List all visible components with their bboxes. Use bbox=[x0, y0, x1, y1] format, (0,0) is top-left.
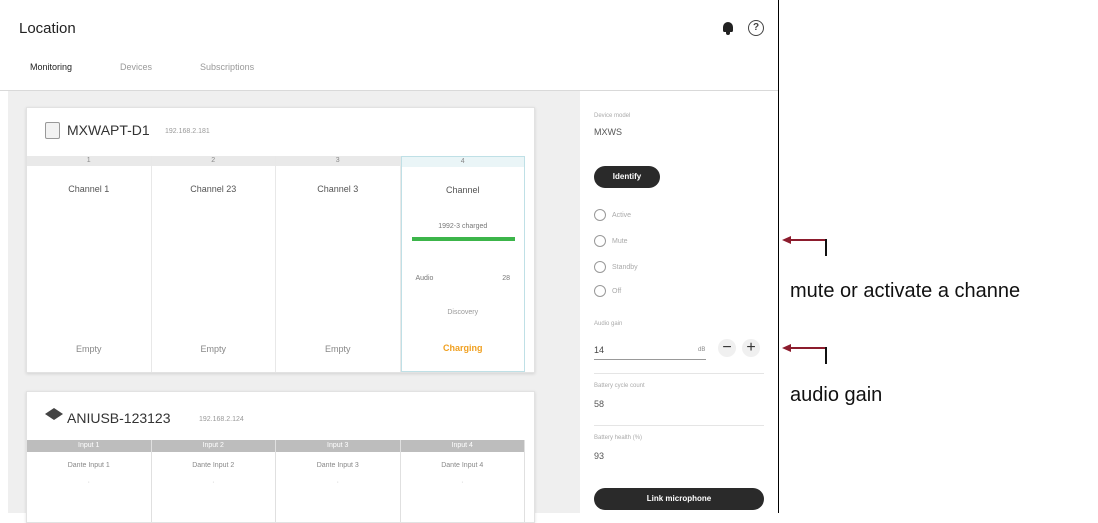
header-icons: ? bbox=[722, 20, 764, 36]
app-window: Location ? Monitoring Devices Subscripti… bbox=[0, 0, 778, 523]
input-sub: · bbox=[336, 479, 339, 486]
bell-icon[interactable] bbox=[722, 21, 734, 35]
arrow-shaft bbox=[790, 239, 826, 241]
slot-number: 4 bbox=[401, 157, 524, 167]
channel-name: Channel 23 bbox=[190, 184, 237, 194]
identify-button[interactable]: Identify bbox=[594, 166, 660, 188]
device-ip: 192.168.2.124 bbox=[199, 416, 244, 423]
radio-circle bbox=[594, 285, 606, 297]
input-slot-4[interactable]: Input 4 Dante Input 4 · bbox=[400, 440, 525, 522]
gain-increase-button[interactable]: + bbox=[742, 339, 760, 357]
channel-slot-3[interactable]: 3 Channel 3 Empty bbox=[276, 156, 401, 372]
gain-unit: dB bbox=[698, 347, 706, 353]
help-icon[interactable]: ? bbox=[748, 20, 764, 36]
divider-line bbox=[778, 0, 779, 513]
audio-label: Audio bbox=[415, 275, 434, 282]
tab-bar: Monitoring Devices Subscriptions bbox=[19, 62, 254, 99]
device-name: ANIUSB-123123 bbox=[67, 410, 171, 426]
gain-label: Audio gain bbox=[594, 321, 623, 327]
battery-cycle-value: 58 bbox=[594, 399, 605, 409]
audio-row: Audio 28 bbox=[416, 275, 511, 282]
slot-status: Empty bbox=[324, 344, 351, 354]
radio-active[interactable]: Active bbox=[594, 209, 631, 221]
slot-number: 1 bbox=[27, 156, 151, 166]
link-microphone-button[interactable]: Link microphone bbox=[594, 488, 764, 510]
tab-devices[interactable]: Devices bbox=[120, 62, 152, 80]
channel-slot-1[interactable]: 1 Channel 1 Empty bbox=[27, 156, 152, 372]
channel-slot-4-selected[interactable]: 4 Channel 1992-3 charged Audio 28 Discov… bbox=[400, 156, 525, 372]
channel-grid: 1 Channel 1 Empty 2 Channel 23 Empty 3 C… bbox=[27, 156, 525, 372]
battery-bar bbox=[411, 237, 515, 241]
access-point-icon bbox=[45, 122, 60, 139]
slot-number: 3 bbox=[276, 156, 400, 166]
input-slot-2[interactable]: Input 2 Dante Input 2 · bbox=[151, 440, 276, 522]
discovery-label: Discovery bbox=[447, 309, 479, 316]
channel-name: Channel 3 bbox=[317, 184, 359, 194]
device-card-aniusb[interactable]: ANIUSB-123123 192.168.2.124 Input 1 Dant… bbox=[26, 391, 535, 523]
monitoring-content: MXWAPT-D1 192.168.2.181 1 Channel 1 Empt… bbox=[8, 91, 580, 523]
arrow-connector bbox=[825, 347, 827, 364]
input-head: Input 2 bbox=[151, 440, 275, 452]
radio-circle bbox=[594, 235, 606, 247]
slot-status: Empty bbox=[200, 344, 226, 354]
radio-label: Off bbox=[612, 287, 622, 295]
radio-circle bbox=[594, 209, 606, 221]
input-name: Dante Input 4 bbox=[441, 462, 484, 469]
detail-panel: Device model MXWS Identify Active Mute S… bbox=[580, 91, 778, 513]
radio-circle bbox=[594, 261, 606, 273]
input-sub: · bbox=[461, 479, 464, 486]
arrow-shaft bbox=[790, 347, 826, 349]
input-head: Input 4 bbox=[400, 440, 524, 452]
device-ip: 192.168.2.181 bbox=[165, 128, 210, 135]
input-name: Dante Input 1 bbox=[67, 462, 110, 469]
audio-value: 28 bbox=[502, 275, 510, 282]
battery-health-value: 93 bbox=[594, 451, 605, 461]
model-value: MXWS bbox=[594, 127, 622, 137]
annotation-mute: mute or activate a channe bbox=[790, 280, 1021, 302]
gain-input[interactable]: 14 bbox=[594, 341, 706, 360]
radio-label: Mute bbox=[612, 237, 628, 245]
divider bbox=[594, 425, 764, 426]
slot-status: Empty bbox=[75, 344, 102, 354]
input-sub: · bbox=[87, 479, 90, 486]
radio-label: Standby bbox=[612, 263, 638, 271]
radio-standby[interactable]: Standby bbox=[594, 261, 638, 273]
divider bbox=[594, 373, 764, 374]
device-name: MXWAPT-D1 bbox=[67, 122, 150, 138]
device-card-mxwapt[interactable]: MXWAPT-D1 192.168.2.181 1 Channel 1 Empt… bbox=[26, 107, 535, 373]
input-name: Dante Input 3 bbox=[316, 462, 359, 469]
input-slot-3[interactable]: Input 3 Dante Input 3 · bbox=[276, 440, 401, 522]
page-title: Location bbox=[19, 20, 76, 37]
input-sub: · bbox=[212, 479, 215, 486]
channel-name: Channel bbox=[445, 185, 480, 195]
input-name: Dante Input 2 bbox=[192, 462, 235, 469]
input-head: Input 3 bbox=[276, 440, 400, 452]
input-slot-1[interactable]: Input 1 Dante Input 1 · bbox=[27, 440, 152, 522]
gain-decrease-button[interactable]: − bbox=[718, 339, 736, 357]
channel-name: Channel 1 bbox=[68, 184, 110, 194]
battery-health-label: Battery health (%) bbox=[594, 435, 643, 441]
radio-off[interactable]: Off bbox=[594, 285, 621, 297]
input-grid: Input 1 Dante Input 1 · Input 2 Dante In… bbox=[27, 440, 525, 522]
battery-cycle-label: Battery cycle count bbox=[594, 383, 645, 389]
slot-status-charging: Charging bbox=[443, 343, 483, 353]
firmware-status: 1992-3 charged bbox=[438, 223, 488, 230]
tab-monitoring[interactable]: Monitoring bbox=[19, 62, 83, 99]
input-head: Input 1 bbox=[27, 440, 151, 452]
model-label: Device model bbox=[594, 113, 631, 119]
radio-mute[interactable]: Mute bbox=[594, 235, 628, 247]
radio-label: Active bbox=[612, 211, 632, 219]
arrow-connector bbox=[825, 239, 827, 256]
annotation-gain: audio gain bbox=[790, 384, 883, 406]
header: Location ? Monitoring Devices Subscripti… bbox=[0, 0, 778, 99]
usb-interface-icon bbox=[45, 408, 63, 420]
channel-slot-2[interactable]: 2 Channel 23 Empty bbox=[151, 156, 276, 372]
tab-subscriptions[interactable]: Subscriptions bbox=[200, 62, 254, 80]
slot-number: 2 bbox=[151, 156, 275, 166]
